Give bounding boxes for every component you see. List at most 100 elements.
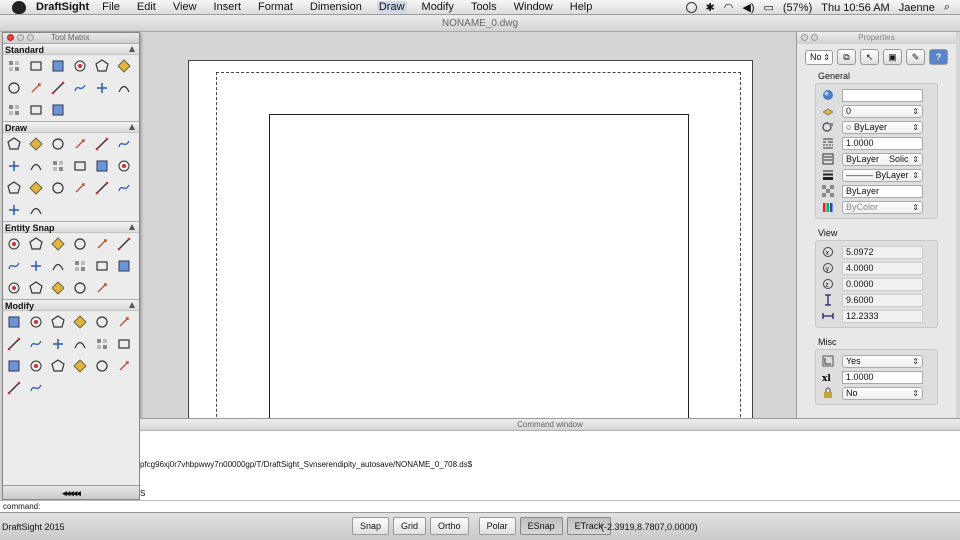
linetype-select[interactable]: ○ ByLayer bbox=[842, 120, 923, 134]
transparency-field[interactable]: ByLayer bbox=[842, 184, 923, 198]
grid-toggle[interactable]: Grid bbox=[393, 517, 427, 535]
join-icon[interactable] bbox=[25, 355, 47, 377]
circle-icon[interactable] bbox=[3, 155, 25, 177]
collapse-triangle-icon[interactable] bbox=[129, 224, 135, 230]
snap-apparent-icon[interactable] bbox=[69, 233, 91, 255]
close-icon[interactable] bbox=[801, 34, 808, 41]
plot-style-select[interactable]: ByColor bbox=[842, 200, 923, 214]
collapse-triangle-icon[interactable] bbox=[129, 46, 135, 52]
snap-extension-icon[interactable] bbox=[91, 233, 113, 255]
properties-tools-icon[interactable]: ✎ bbox=[906, 49, 925, 65]
rotate-icon[interactable] bbox=[113, 311, 135, 333]
boundary-icon[interactable] bbox=[113, 177, 135, 199]
menu-view[interactable]: View bbox=[171, 1, 199, 13]
apple-logo-icon[interactable] bbox=[12, 0, 26, 14]
trim-icon[interactable] bbox=[47, 333, 69, 355]
undo-icon[interactable] bbox=[69, 77, 91, 99]
extend-icon[interactable] bbox=[69, 333, 91, 355]
snap-none-icon[interactable] bbox=[25, 277, 47, 299]
polar-toggle[interactable]: Polar bbox=[478, 517, 516, 535]
snap-center-icon[interactable] bbox=[25, 255, 47, 277]
arc-icon[interactable] bbox=[91, 133, 113, 155]
infinite-line-icon[interactable] bbox=[25, 133, 47, 155]
snap-from-icon[interactable] bbox=[69, 277, 91, 299]
stretch-icon[interactable] bbox=[25, 333, 47, 355]
menu-file[interactable]: File bbox=[100, 1, 122, 13]
donut-icon[interactable] bbox=[3, 199, 25, 221]
redo-icon[interactable] bbox=[91, 77, 113, 99]
block-icon[interactable] bbox=[3, 177, 25, 199]
polygon-icon[interactable] bbox=[47, 133, 69, 155]
move-icon[interactable] bbox=[3, 377, 25, 399]
snap-parallel-icon[interactable] bbox=[3, 255, 25, 277]
erase-icon[interactable] bbox=[3, 311, 25, 333]
mirror-icon[interactable] bbox=[47, 311, 69, 333]
scale-icon[interactable] bbox=[3, 333, 25, 355]
command-input[interactable]: command: bbox=[0, 500, 960, 512]
align-icon[interactable] bbox=[113, 355, 135, 377]
explode-icon[interactable] bbox=[69, 355, 91, 377]
wifi-icon[interactable]: ◠ bbox=[724, 1, 734, 14]
print-preview-icon[interactable] bbox=[91, 55, 113, 77]
paste-icon[interactable] bbox=[25, 77, 47, 99]
text-style-icon[interactable] bbox=[47, 99, 69, 121]
fillet-icon[interactable] bbox=[91, 333, 113, 355]
snap-midpoint-icon[interactable] bbox=[25, 233, 47, 255]
minimize-icon[interactable] bbox=[811, 34, 818, 41]
pattern-icon[interactable] bbox=[91, 311, 113, 333]
ortho-toggle[interactable]: Ortho bbox=[430, 517, 469, 535]
menu-edit[interactable]: Edit bbox=[135, 1, 158, 13]
line-style-select[interactable]: ByLayer Solic bbox=[842, 152, 923, 166]
tool-matrix-collapse-handle[interactable]: ◂◂◂◂◂ bbox=[3, 485, 139, 499]
snap-node-icon[interactable] bbox=[113, 255, 135, 277]
app-menu[interactable]: DraftSight bbox=[36, 1, 89, 13]
esnap-toggle[interactable]: ESnap bbox=[519, 517, 563, 535]
line-icon[interactable] bbox=[3, 133, 25, 155]
gradient-icon[interactable] bbox=[91, 177, 113, 199]
break-icon[interactable] bbox=[3, 355, 25, 377]
minimize-icon[interactable] bbox=[17, 34, 24, 41]
toggle-pickadd-icon[interactable]: ▣ bbox=[883, 49, 902, 65]
copy-entity-icon[interactable] bbox=[25, 311, 47, 333]
explode-block-icon[interactable] bbox=[25, 377, 47, 399]
section-standard-header[interactable]: Standard bbox=[3, 43, 139, 55]
linetype-scale-field[interactable]: 1.0000 bbox=[842, 136, 923, 150]
menu-format[interactable]: Format bbox=[256, 1, 295, 13]
layer-select[interactable]: 0 bbox=[842, 104, 923, 118]
menu-tools[interactable]: Tools bbox=[469, 1, 499, 13]
snap-tangent-icon[interactable] bbox=[69, 255, 91, 277]
cloud-icon[interactable] bbox=[47, 155, 69, 177]
menu-window[interactable]: Window bbox=[512, 1, 555, 13]
save-icon[interactable] bbox=[47, 55, 69, 77]
region-icon[interactable] bbox=[69, 177, 91, 199]
section-modify-header[interactable]: Modify bbox=[3, 299, 139, 311]
chamfer-icon[interactable] bbox=[113, 333, 135, 355]
user-name[interactable]: Jaenne bbox=[899, 2, 935, 14]
print-icon[interactable] bbox=[69, 55, 91, 77]
section-draw-header[interactable]: Draw bbox=[3, 121, 139, 133]
battery-icon[interactable]: ▭ bbox=[763, 1, 773, 14]
ucs-icon-select[interactable]: Yes bbox=[842, 354, 923, 368]
spotlight-icon[interactable]: ⌕ bbox=[944, 1, 950, 14]
drawing-canvas[interactable] bbox=[140, 32, 796, 418]
zoom-window-button-icon[interactable] bbox=[27, 34, 34, 41]
menu-modify[interactable]: Modify bbox=[420, 1, 456, 13]
quick-select-icon[interactable]: ⧉ bbox=[837, 49, 856, 65]
menu-dimension[interactable]: Dimension bbox=[308, 1, 364, 13]
snap-endpoint-icon[interactable] bbox=[3, 233, 25, 255]
color-field[interactable] bbox=[842, 88, 923, 102]
rectangle-icon[interactable] bbox=[69, 133, 91, 155]
lock-select[interactable]: No bbox=[842, 386, 923, 400]
menu-insert[interactable]: Insert bbox=[212, 1, 244, 13]
section-entity-snap-header[interactable]: Entity Snap bbox=[3, 221, 139, 233]
close-icon[interactable] bbox=[7, 34, 14, 41]
cut-icon[interactable] bbox=[113, 55, 135, 77]
polyline-icon[interactable] bbox=[113, 133, 135, 155]
snap-insertion-icon[interactable] bbox=[91, 255, 113, 277]
snap-intersection-icon[interactable] bbox=[47, 233, 69, 255]
pencil-icon[interactable] bbox=[47, 77, 69, 99]
time-machine-icon[interactable] bbox=[685, 2, 697, 13]
annotation-scale-field[interactable]: 1.0000 bbox=[842, 370, 923, 384]
spline-icon[interactable] bbox=[25, 155, 47, 177]
menu-help[interactable]: Help bbox=[568, 1, 595, 13]
